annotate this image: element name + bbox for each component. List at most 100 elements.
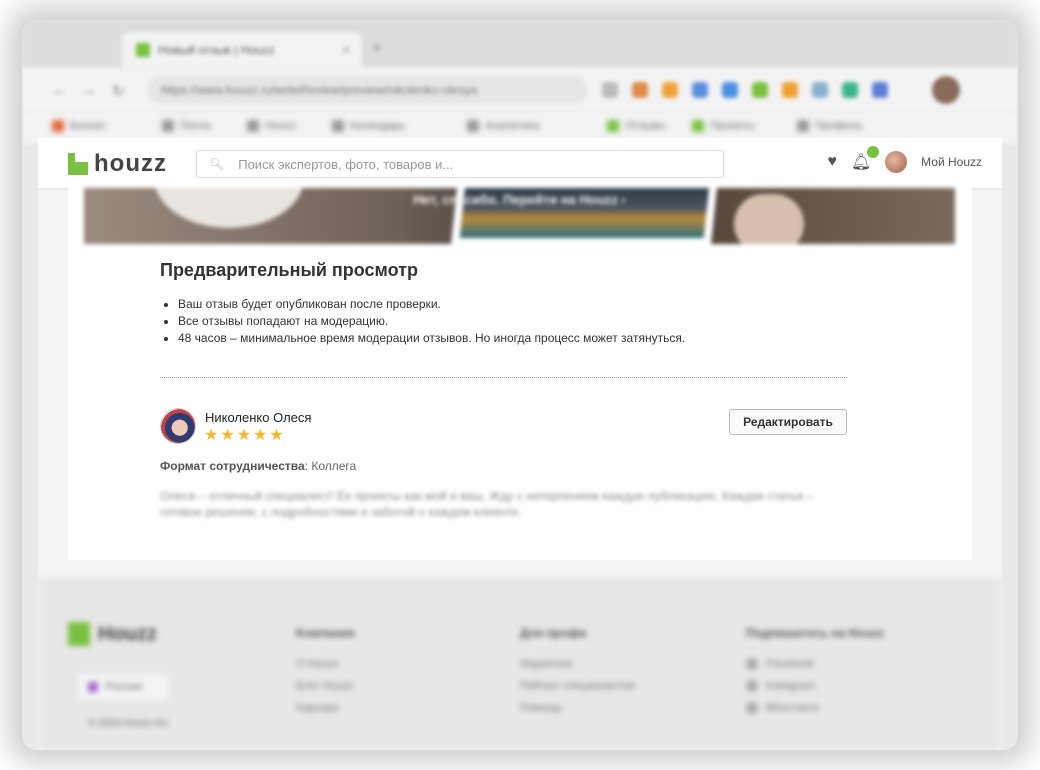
extension-icon[interactable] bbox=[632, 82, 648, 98]
site-header: houzz 🔍︎ Поиск экспертов, фото, товаров … bbox=[38, 138, 1002, 188]
houzz-favicon-icon bbox=[136, 43, 150, 57]
hero-banner: Нет, спасибо. Перейти на Houzz › bbox=[84, 188, 955, 244]
header-actions: ♥ 🔔︎ Мой Houzz bbox=[827, 146, 982, 173]
divider bbox=[160, 377, 847, 378]
footer-column-head: Для профи bbox=[520, 626, 587, 640]
footer-column-head: Подпишитесь на Houzz bbox=[746, 626, 884, 640]
user-avatar[interactable] bbox=[885, 151, 908, 173]
tab-close-icon[interactable]: × bbox=[342, 42, 350, 57]
extension-icon[interactable] bbox=[602, 82, 618, 98]
bookmark-item[interactable]: Аналитика bbox=[467, 120, 539, 132]
note-item: 48 часов – минимальное время модерации о… bbox=[178, 330, 880, 347]
extension-icon[interactable] bbox=[722, 82, 738, 98]
bookmark-icon bbox=[247, 120, 259, 132]
footer-link[interactable]: Блог Houzz bbox=[296, 680, 355, 692]
browser-tab[interactable]: Новый отзыв | Houzz × bbox=[122, 32, 362, 68]
heart-icon[interactable]: ♥ bbox=[827, 153, 837, 171]
language-selector[interactable]: Россия bbox=[78, 674, 168, 700]
moderation-notes: Ваш отзыв будет опубликован после провер… bbox=[160, 296, 880, 347]
flag-icon bbox=[88, 682, 98, 692]
browser-toolbar: ← → ↻ https://www.houzz.ru/writeReview/p… bbox=[22, 68, 1018, 112]
footer-logo-text: Houzz bbox=[98, 622, 157, 645]
social-link[interactable]: Facebook bbox=[746, 658, 884, 670]
note-item: Ваш отзыв будет опубликован после провер… bbox=[178, 296, 880, 313]
star-icon: ★ bbox=[236, 427, 252, 444]
footer-link[interactable]: Карьера bbox=[296, 702, 355, 714]
address-url: https://www.houzz.ru/writeReview/preview… bbox=[161, 83, 478, 97]
skip-to-houzz-link[interactable]: Нет, спасибо. Перейти на Houzz › bbox=[84, 192, 955, 207]
bookmark-icon bbox=[332, 120, 344, 132]
notification-badge bbox=[867, 146, 880, 158]
bookmark-icon bbox=[797, 120, 809, 132]
footer-column-head: Компания bbox=[296, 626, 355, 640]
bookmark-icon bbox=[692, 120, 704, 132]
star-icon: ★ bbox=[269, 427, 284, 444]
bookmark-icon bbox=[52, 120, 64, 132]
footer-link[interactable]: О Houzz bbox=[296, 658, 355, 670]
extension-icon[interactable] bbox=[692, 82, 708, 98]
bookmark-icon bbox=[162, 120, 174, 132]
star-icon: ★ bbox=[204, 427, 219, 444]
bookmark-item[interactable]: Календарь bbox=[332, 120, 406, 132]
browser-tabbar: Новый отзыв | Houzz × + bbox=[22, 20, 1018, 68]
page-title: Предварительный просмотр bbox=[160, 260, 418, 280]
bookmark-icon bbox=[467, 120, 479, 132]
footer-column: Подпишитесь на Houzz Facebook Instagram … bbox=[746, 626, 884, 724]
star-rating: ★ ★ ★ ★ ★ bbox=[204, 428, 284, 444]
cooperation-format: Формат сотрудничества: Коллега bbox=[160, 459, 356, 473]
search-placeholder: Поиск экспертов, фото, товаров и... bbox=[238, 156, 454, 172]
forward-icon[interactable]: → bbox=[82, 82, 97, 99]
browser-profile-avatar[interactable] bbox=[932, 76, 960, 104]
facebook-icon bbox=[746, 658, 758, 670]
footer-column: Компания О Houzz Блог Houzz Карьера bbox=[296, 626, 355, 724]
reviewer-avatar bbox=[160, 408, 196, 444]
extension-icon[interactable] bbox=[872, 82, 888, 98]
social-link[interactable]: Instagram bbox=[746, 680, 884, 692]
note-item: Все отзывы попадают на модерацию. bbox=[178, 313, 880, 330]
houzz-logo[interactable]: houzz bbox=[68, 150, 167, 178]
reviewer-name: Николенко Олеся bbox=[205, 410, 312, 425]
bell-icon[interactable]: 🔔︎ bbox=[851, 146, 880, 172]
bookmark-item[interactable]: Houzz bbox=[247, 120, 296, 132]
footer-column: Для профи Маркетинг Рейтинг специалистов… bbox=[520, 626, 635, 724]
review-text: Олеся – отличный специалист! Ее проекты … bbox=[160, 489, 814, 519]
extension-icon[interactable] bbox=[662, 82, 678, 98]
reload-icon[interactable]: ↻ bbox=[112, 82, 125, 100]
search-input[interactable]: 🔍︎ Поиск экспертов, фото, товаров и... bbox=[196, 150, 724, 178]
star-icon: ★ bbox=[220, 427, 235, 444]
footer-link[interactable]: Помощь bbox=[520, 702, 635, 714]
bookmark-item[interactable]: Профиль bbox=[797, 120, 863, 132]
review-preview-card: Нет, спасибо. Перейти на Houzz › Предвар… bbox=[68, 188, 972, 560]
bookmark-item[interactable]: Отзывы bbox=[607, 120, 665, 132]
footer-link[interactable]: Маркетинг bbox=[520, 658, 635, 670]
site-footer: Houzz Россия © 2024 Houzz Inc. Компания … bbox=[38, 578, 1002, 750]
social-link[interactable]: ВКонтакте bbox=[746, 702, 884, 714]
my-houzz-link[interactable]: Мой Houzz bbox=[921, 155, 982, 169]
web-page: houzz 🔍︎ Поиск экспертов, фото, товаров … bbox=[38, 138, 1002, 750]
extension-icon[interactable] bbox=[812, 82, 828, 98]
copyright: © 2024 Houzz Inc. bbox=[88, 718, 171, 729]
back-icon[interactable]: ← bbox=[52, 82, 67, 99]
vk-icon bbox=[746, 702, 758, 714]
houzz-logo-icon bbox=[68, 153, 88, 175]
format-label: Формат сотрудничества bbox=[160, 459, 305, 473]
format-value: : Коллега bbox=[304, 459, 357, 473]
bookmark-item[interactable]: Проекты bbox=[692, 120, 754, 132]
preview-content: Предварительный просмотр Ваш отзыв будет… bbox=[160, 260, 880, 347]
search-icon: 🔍︎ bbox=[209, 157, 225, 171]
extension-icon[interactable] bbox=[752, 82, 768, 98]
footer-logo[interactable]: Houzz bbox=[68, 622, 157, 646]
language-label: Россия bbox=[106, 681, 143, 693]
edit-button[interactable]: Редактировать bbox=[729, 409, 847, 435]
footer-link[interactable]: Рейтинг специалистов bbox=[520, 680, 635, 692]
address-bar[interactable]: https://www.houzz.ru/writeReview/preview… bbox=[147, 76, 587, 104]
bookmark-icon bbox=[607, 120, 619, 132]
extension-icon[interactable] bbox=[782, 82, 798, 98]
instagram-icon bbox=[746, 680, 758, 692]
tab-title: Новый отзыв | Houzz bbox=[158, 43, 275, 57]
bookmark-item[interactable]: Почта bbox=[162, 120, 211, 132]
bookmark-item[interactable]: Бизнес bbox=[52, 120, 106, 132]
extension-icon[interactable] bbox=[842, 82, 858, 98]
houzz-logo-icon bbox=[68, 622, 90, 646]
new-tab-button[interactable]: + bbox=[372, 38, 392, 58]
